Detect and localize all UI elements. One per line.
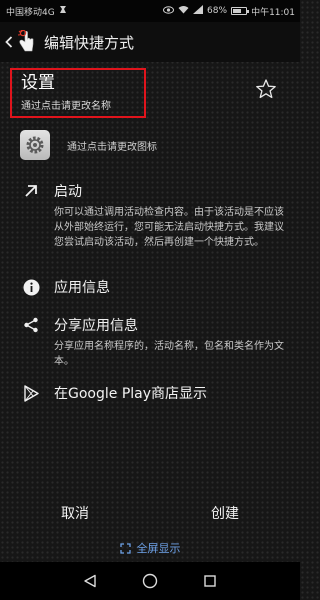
- nav-back-button[interactable]: [80, 571, 100, 591]
- settings-gear-icon: [20, 130, 50, 160]
- arrow-up-right-icon: [22, 182, 40, 200]
- system-nav-bar: [0, 562, 300, 600]
- launch-label: 启动: [54, 184, 82, 200]
- page-title: 编辑快捷方式: [44, 33, 135, 52]
- dialog-buttons: 取消 创建: [0, 496, 300, 530]
- nav-recents-icon: [204, 575, 216, 587]
- fullscreen-label: 全屏显示: [136, 542, 181, 555]
- launch-description: 你可以通过调用活动检查内容。由于该活动是不应该从外部始终运行，您可能无法启动快捷…: [54, 207, 284, 248]
- play-store-icon: [22, 384, 40, 402]
- usb-icon: [59, 5, 67, 17]
- battery-icon: [231, 7, 250, 15]
- share-section[interactable]: 分享应用信息 分享应用名称程序的，活动名称，包名和类名作为文本。: [22, 314, 292, 369]
- share-description: 分享应用名称程序的，活动名称，包名和类名作为文本。: [54, 341, 284, 367]
- status-bar: 中国移动4G 68% 中午11:01: [0, 0, 300, 22]
- shortcut-icon-hint: 通过点击请更改图标: [67, 141, 157, 153]
- battery-level-fill: [233, 9, 242, 13]
- carrier-label: 中国移动4G: [6, 7, 55, 18]
- share-label: 分享应用信息: [54, 318, 138, 334]
- chevron-left-icon: [5, 36, 13, 48]
- share-icon: [22, 316, 40, 334]
- clock: 中午11:01: [251, 7, 295, 18]
- fullscreen-link[interactable]: 全屏显示: [0, 538, 300, 558]
- google-play-label: 在Google Play商店显示: [54, 386, 208, 402]
- cancel-button[interactable]: 取消: [0, 503, 150, 523]
- info-icon: [22, 278, 40, 296]
- expand-icon: [119, 542, 131, 554]
- wifi-icon: [178, 5, 189, 17]
- signal-icon: [193, 5, 204, 17]
- action-bar: 编辑快捷方式: [0, 22, 300, 62]
- app-info-label: 应用信息: [54, 280, 110, 296]
- shortcut-icon-row[interactable]: 通过点击请更改图标: [20, 128, 290, 162]
- shortcut-name-hint: 通过点击请更改名称: [21, 101, 111, 112]
- star-icon: [256, 79, 276, 99]
- battery-percent: 68%: [207, 6, 228, 16]
- shortcut-name: 设置: [21, 73, 55, 93]
- create-button[interactable]: 创建: [150, 503, 300, 523]
- app-info-section[interactable]: 应用信息: [22, 276, 292, 298]
- nav-home-button[interactable]: [140, 571, 160, 591]
- back-button[interactable]: [2, 22, 16, 62]
- app-logo-icon: [16, 29, 36, 54]
- launch-section[interactable]: 启动 你可以通过调用活动检查内容。由于该活动是不应该从外部始终运行，您可能无法启…: [22, 180, 292, 250]
- google-play-section[interactable]: 在Google Play商店显示: [22, 382, 292, 404]
- favorite-star-button[interactable]: [255, 78, 277, 100]
- nav-recents-button[interactable]: [200, 571, 220, 591]
- eye-icon: [163, 5, 175, 17]
- nav-back-icon: [84, 574, 96, 588]
- shortcut-name-block[interactable]: 设置 通过点击请更改名称: [10, 68, 146, 118]
- nav-home-icon: [142, 573, 158, 589]
